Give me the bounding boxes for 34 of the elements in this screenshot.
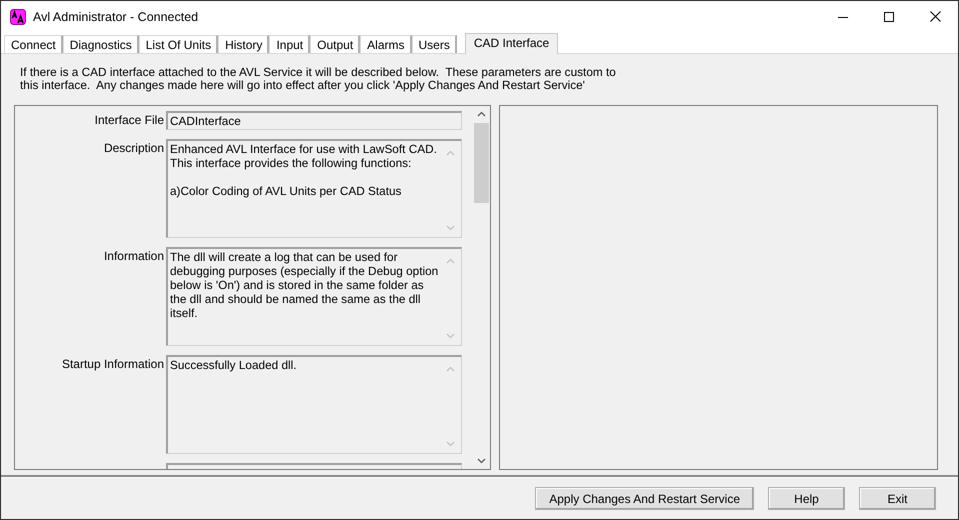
field-label: Interface File [94, 112, 165, 127]
tab[interactable]: Users [412, 35, 457, 53]
text-field[interactable]: CADInterface [166, 111, 462, 130]
chevron-up-icon [477, 111, 486, 117]
chevron-down-icon [446, 225, 455, 231]
chevron-up-icon [446, 366, 455, 372]
field-label: Description [102, 140, 165, 155]
chevron-up-icon [446, 150, 455, 156]
field-label: Startup Information [60, 356, 165, 371]
tab[interactable]: Diagnostics [62, 35, 139, 53]
chevron-up-icon [446, 258, 455, 264]
tab[interactable]: Connect [4, 35, 63, 53]
chevron-down-icon [446, 333, 455, 339]
maximize-icon [884, 12, 894, 22]
chevron-down-icon [446, 441, 455, 447]
tab[interactable]: List Of Units [138, 35, 218, 53]
tab[interactable]: Alarms [360, 35, 412, 53]
window-title: Avl Administrator - Connected [33, 10, 200, 24]
close-icon [930, 11, 940, 22]
text-area[interactable]: Enhanced AVL Interface for use with LawSoft CAD. This interface provides the following functions: a)Color Coding of AVL Units per CAD Status [166, 139, 462, 238]
text-area[interactable]: Successfully Loaded dll. [166, 355, 462, 454]
exit-button[interactable]: Exit [859, 487, 936, 510]
tab[interactable]: Output [310, 35, 360, 53]
tab[interactable]: CAD Interface [464, 33, 558, 54]
text-area[interactable]: The dll will create a log that can be used for debugging purposes (especially if the Debug option below is 'On') and is stored in the same folder as the dll and should be named the same as the dll itself. [166, 247, 462, 346]
apply-button[interactable]: Apply Changes And Restart Service [535, 487, 754, 510]
app-icon [10, 8, 26, 24]
intro-text: If there is a CAD interface attached to the AVL Service it will be described below. These parameters are custom to this interface. Any changes made here will go into effect after you click 'Apply Changes And Restart Service' [19, 64, 617, 94]
help-button[interactable]: Help [768, 487, 845, 510]
scrollbar-thumb[interactable] [474, 123, 489, 203]
tab[interactable]: History [218, 35, 270, 53]
field-label: Information [102, 248, 165, 263]
tab[interactable]: Input [269, 35, 310, 53]
chevron-down-icon [477, 458, 486, 464]
